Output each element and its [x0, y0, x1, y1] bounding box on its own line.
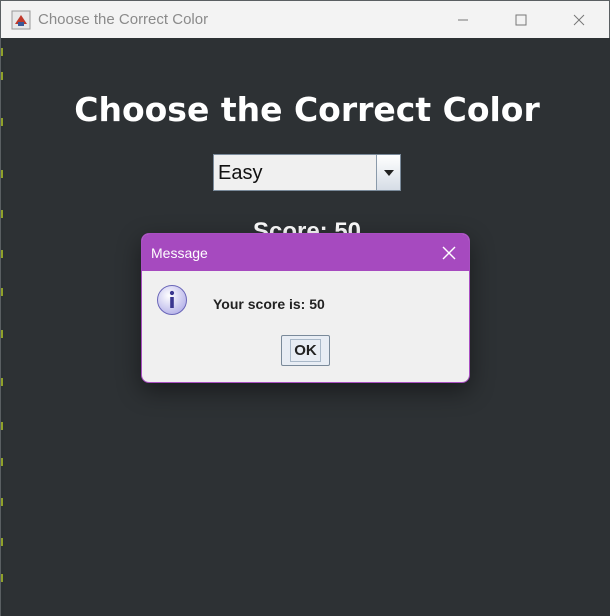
message-dialog: Message Your score is: 50 OK [141, 233, 470, 383]
ok-button-label: OK [290, 339, 321, 362]
window-titlebar[interactable]: Choose the Correct Color [1, 1, 609, 38]
java-app-icon [11, 10, 31, 30]
window-left-edge [1, 38, 4, 616]
dialog-close-icon[interactable] [437, 241, 461, 265]
ok-button[interactable]: OK [281, 335, 330, 366]
maximize-icon[interactable] [492, 1, 550, 38]
chevron-down-icon[interactable] [376, 155, 400, 190]
dialog-titlebar[interactable]: Message [142, 234, 469, 271]
difficulty-selected-value: Easy [218, 162, 263, 184]
close-icon[interactable] [550, 1, 608, 38]
page-title: Choose the Correct Color [74, 90, 540, 129]
dialog-title: Message [151, 245, 208, 261]
dialog-message: Your score is: 50 [213, 296, 325, 312]
window-title: Choose the Correct Color [38, 11, 209, 28]
difficulty-select[interactable]: Easy [213, 154, 401, 191]
info-icon [156, 284, 188, 316]
minimize-icon[interactable] [434, 1, 492, 38]
